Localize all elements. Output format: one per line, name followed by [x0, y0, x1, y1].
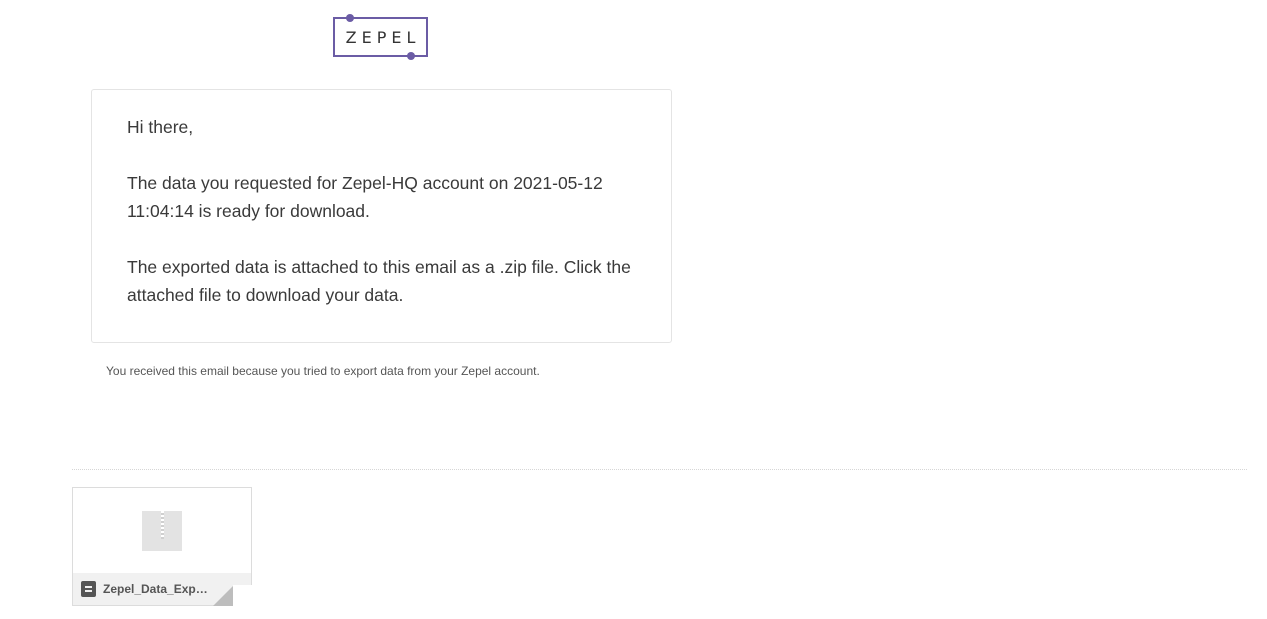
- footer-note: You received this email because you trie…: [106, 364, 540, 378]
- zipper-graphic: [161, 511, 164, 539]
- message-paragraph-1: The data you requested for Zepel-HQ acco…: [127, 173, 603, 221]
- attachment-card[interactable]: Zepel_Data_Export...: [72, 487, 252, 606]
- attachment-filename: Zepel_Data_Export...: [103, 582, 215, 596]
- greeting: Hi there,: [127, 117, 194, 137]
- logo-dot-top: [346, 14, 354, 22]
- logo-dot-bottom: [407, 52, 415, 60]
- email-view: ZEPEL Hi there, The data you requested f…: [0, 0, 1267, 619]
- page-fold-icon: [213, 586, 233, 606]
- zepel-logo: ZEPEL: [333, 14, 428, 60]
- message-paragraph-2: The exported data is attached to this em…: [127, 257, 631, 305]
- logo-text: ZEPEL: [345, 27, 421, 47]
- message-card: Hi there, The data you requested for Zep…: [91, 89, 672, 343]
- corner-cutout: [233, 585, 252, 606]
- zip-file-icon: [142, 511, 182, 551]
- attachments-divider: [72, 469, 1247, 470]
- document-icon: [81, 581, 96, 597]
